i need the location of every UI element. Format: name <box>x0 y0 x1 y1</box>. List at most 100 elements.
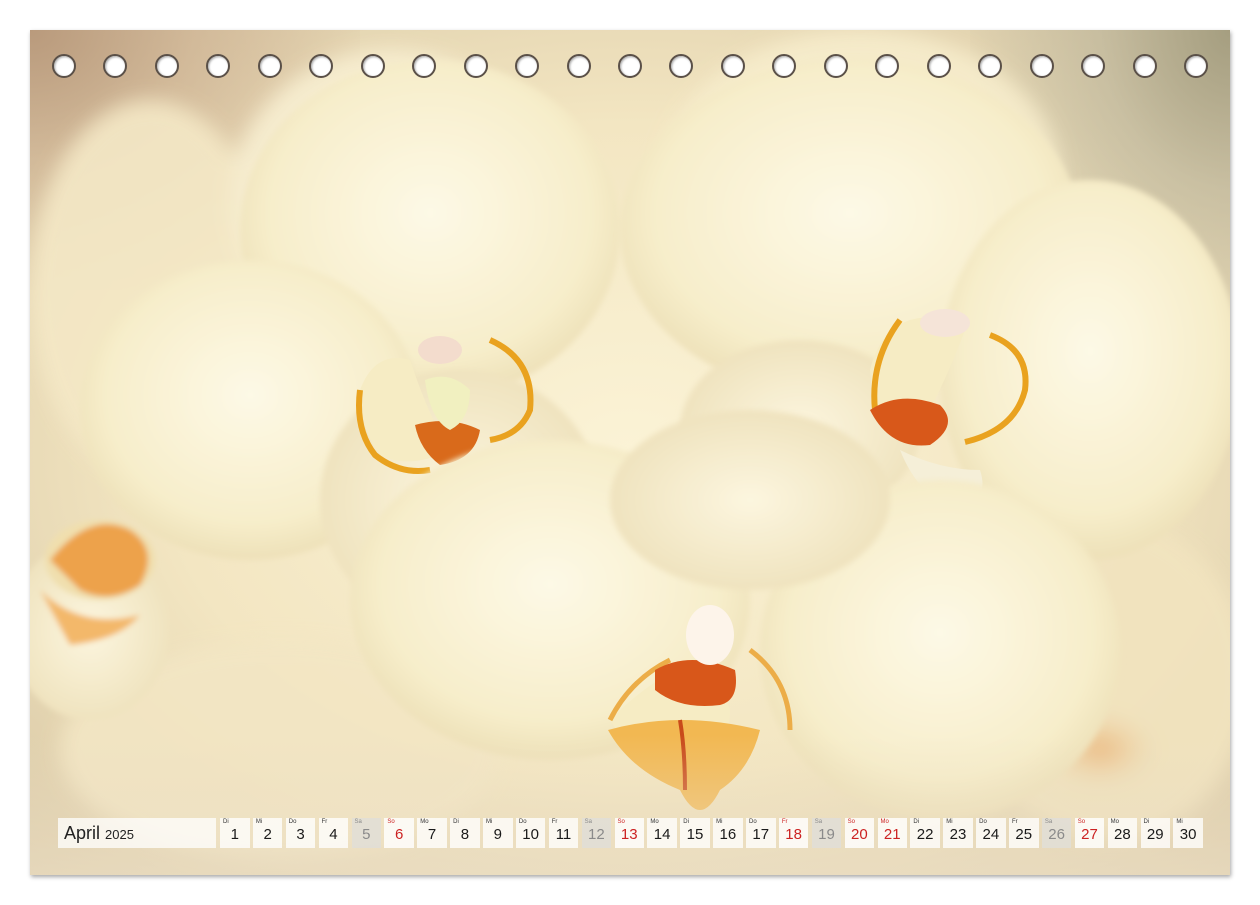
weekday-label: Sa <box>354 819 362 825</box>
binding-hole <box>463 54 488 78</box>
weekday-label: So <box>617 819 625 825</box>
year: 2025 <box>105 827 134 842</box>
weekday-label: Sa <box>814 819 823 825</box>
weekday-label: Mi <box>486 819 493 825</box>
day-cell: Fr 18 <box>778 818 809 848</box>
day-cell: Do 24 <box>976 818 1006 848</box>
weekday-label: Fr <box>321 819 328 825</box>
day-number: 28 <box>1114 826 1131 843</box>
binding-hole <box>978 54 1003 78</box>
day-number: 18 <box>785 826 802 843</box>
binding-hole <box>360 54 385 78</box>
day-number: 29 <box>1146 826 1164 843</box>
day-number: 2 <box>263 826 272 843</box>
binding-hole <box>772 54 797 78</box>
weekday-label: Di <box>913 819 920 825</box>
day-cell: Fr 4 <box>318 818 349 848</box>
weekday-label: Fr <box>1012 819 1018 825</box>
binding-hole <box>1183 54 1208 78</box>
weekday-label: Do <box>749 819 757 825</box>
day-cell: Mo 14 <box>647 818 677 848</box>
day-number: 16 <box>719 826 737 843</box>
day-cell: Do 3 <box>285 818 316 848</box>
weekday-label: Do <box>979 819 987 825</box>
day-cell: Mi 23 <box>943 818 973 848</box>
weekday-label: Mo <box>880 819 889 825</box>
day-cell: Sa 5 <box>351 818 381 848</box>
day-cell: So 27 <box>1074 818 1105 848</box>
day-cell: Di 22 <box>910 818 940 848</box>
binding-hole <box>309 54 334 78</box>
day-number: 22 <box>916 826 934 843</box>
left-orchid <box>30 520 170 720</box>
day-cell: Do 10 <box>515 818 546 848</box>
weekday-label: So <box>847 819 855 825</box>
binding-hole <box>515 54 540 78</box>
weekday-label: Di <box>1143 819 1150 825</box>
day-number: 25 <box>1015 826 1033 843</box>
day-number: 15 <box>686 826 704 843</box>
binding-hole <box>52 54 76 78</box>
binding-hole <box>103 54 128 78</box>
day-number: 1 <box>230 826 239 843</box>
binding-hole <box>926 54 951 78</box>
day-number: 5 <box>362 826 371 843</box>
weekday-label: Mo <box>420 819 429 825</box>
day-cell: Do 17 <box>746 818 776 848</box>
day-number: 11 <box>555 826 572 843</box>
day-cell: Di 29 <box>1140 818 1170 848</box>
day-cell: Di 1 <box>220 818 250 848</box>
weekday-label: Sa <box>1044 819 1053 825</box>
day-number: 24 <box>982 826 1000 843</box>
binding-hole <box>566 54 591 78</box>
binding-hole <box>617 54 642 78</box>
binding-hole <box>206 54 231 78</box>
day-cell: Fr 11 <box>548 818 579 848</box>
weekday-label: Mi <box>1176 819 1183 825</box>
weekday-label: Mi <box>255 819 263 825</box>
weekday-label: Fr <box>781 819 788 825</box>
weekday-label: Mo <box>1110 819 1119 825</box>
binding-hole <box>823 54 848 78</box>
binding-hole <box>720 54 745 78</box>
calendar-page: April 2025 Di 1 Mi 2 Do 3 Fr 4 Sa 5 So 6 Mo 7 Di 8 Mi 9 Do… <box>30 30 1230 875</box>
day-cell: Mi 2 <box>252 818 283 848</box>
day-number: 10 <box>522 826 539 843</box>
day-number: 19 <box>818 826 835 843</box>
weekday-label: Di <box>223 819 229 825</box>
day-number: 30 <box>1179 826 1197 843</box>
day-number: 17 <box>752 826 770 843</box>
day-number: 12 <box>588 826 605 843</box>
background-bottom-fade <box>30 735 1230 875</box>
day-cell: So 13 <box>614 818 644 848</box>
day-number: 6 <box>394 826 404 843</box>
day-number: 4 <box>329 826 338 843</box>
day-cell: Di 8 <box>450 818 480 848</box>
binding-hole <box>154 54 179 78</box>
weekday-label: Mo <box>650 819 659 825</box>
day-number: 27 <box>1081 826 1098 843</box>
day-number: 7 <box>427 826 437 843</box>
day-number: 3 <box>296 826 305 843</box>
day-cell: Sa 26 <box>1041 818 1072 848</box>
binding-hole <box>1029 54 1054 78</box>
binding-hole <box>669 54 694 78</box>
binding-hole <box>1132 54 1157 78</box>
weekday-label: So <box>387 819 395 825</box>
day-cell: Mi 30 <box>1173 818 1203 848</box>
day-cell: Di 15 <box>680 818 710 848</box>
day-number: 26 <box>1048 826 1065 843</box>
spiral-binding-holes <box>52 54 1208 80</box>
day-cell: Sa 12 <box>581 818 612 848</box>
day-number: 20 <box>851 826 868 843</box>
weekday-label: Di <box>453 819 459 825</box>
day-cell: Sa 19 <box>811 818 842 848</box>
day-number: 13 <box>620 826 638 843</box>
day-cell: Mo 21 <box>877 818 907 848</box>
binding-hole <box>875 54 900 78</box>
day-cell: Mo 7 <box>417 818 447 848</box>
month-label: April 2025 <box>58 818 216 848</box>
weekday-label: Mi <box>946 819 953 825</box>
day-cell: Mo 28 <box>1107 818 1138 848</box>
day-cell: So 6 <box>384 818 414 848</box>
